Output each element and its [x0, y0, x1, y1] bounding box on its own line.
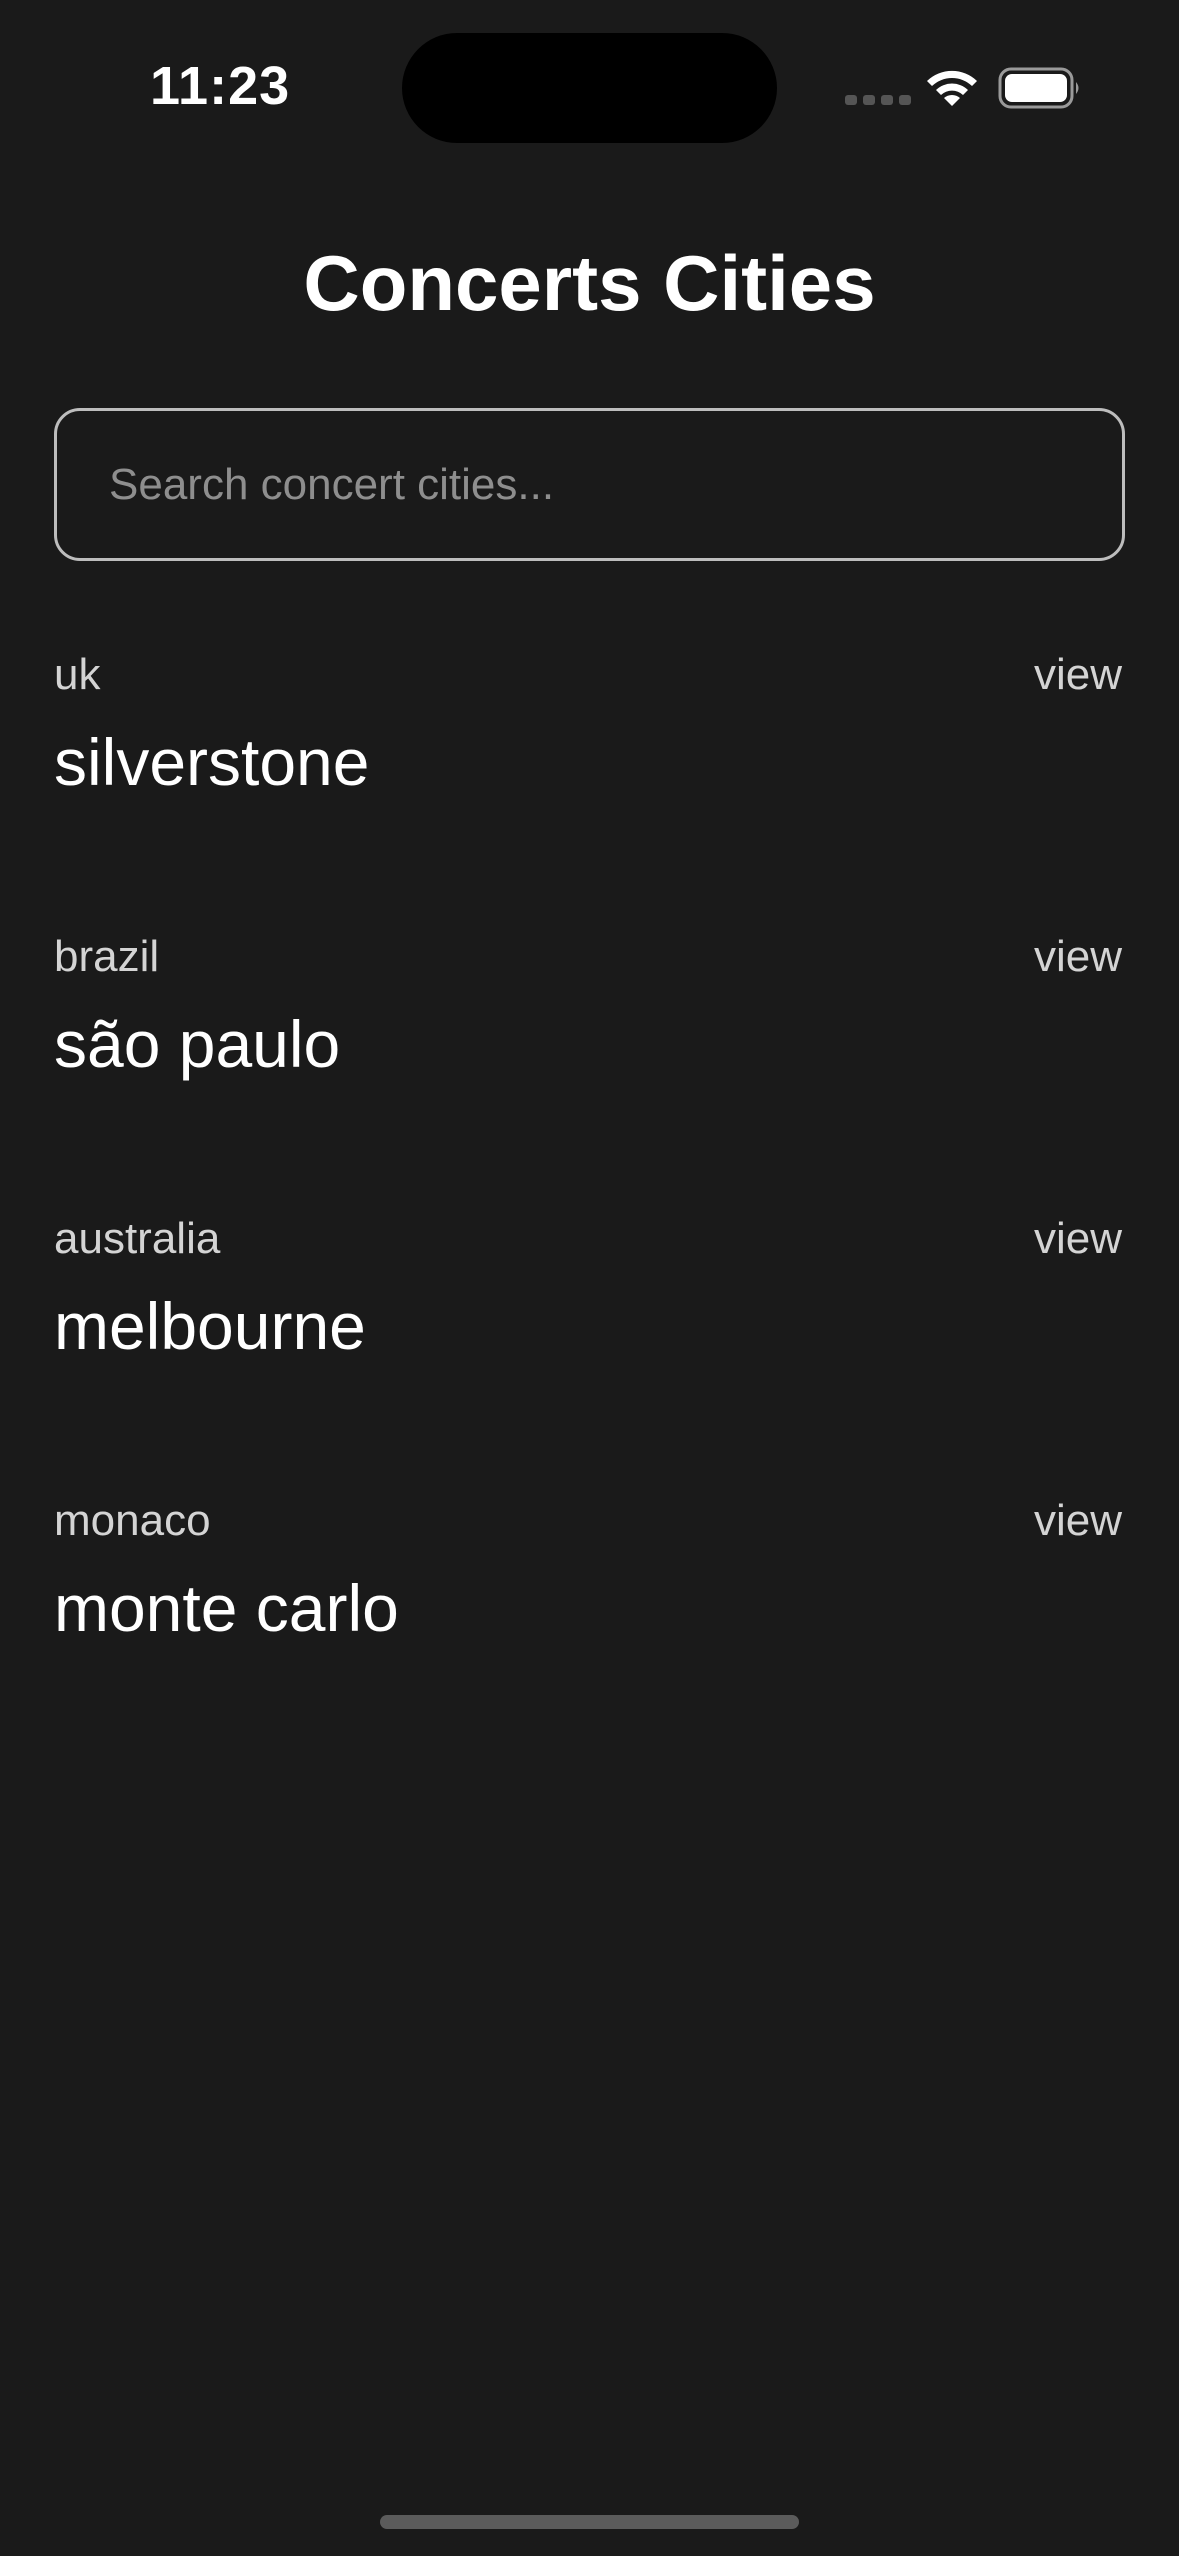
country-label: uk — [54, 650, 101, 699]
view-link[interactable]: view — [1034, 932, 1122, 982]
list-item: brazil view são paulo — [54, 922, 1122, 1204]
status-time: 11:23 — [150, 56, 291, 116]
home-indicator[interactable] — [380, 2515, 799, 2529]
list-item: monaco view monte carlo — [54, 1486, 1122, 1768]
country-label: australia — [54, 1214, 221, 1263]
wifi-icon — [927, 70, 977, 106]
view-link[interactable]: view — [1034, 650, 1122, 700]
view-link[interactable]: view — [1034, 1214, 1122, 1264]
page-title: Concerts Cities — [303, 239, 876, 327]
list-item: australia view melbourne — [54, 1204, 1122, 1486]
city-name: melbourne — [54, 1289, 366, 1363]
city-name: são paulo — [54, 1007, 341, 1081]
list-item: uk view silverstone — [54, 640, 1122, 922]
city-name: silverstone — [54, 725, 370, 799]
signal-icon — [845, 95, 911, 105]
city-name: monte carlo — [54, 1571, 399, 1645]
search-input[interactable] — [54, 408, 1125, 561]
view-link[interactable]: view — [1034, 1496, 1122, 1546]
country-label: brazil — [54, 932, 160, 981]
country-label: monaco — [54, 1496, 211, 1545]
dynamic-island — [402, 33, 777, 143]
city-list: uk view silverstone brazil view são paul… — [54, 640, 1122, 1768]
battery-icon — [998, 67, 1079, 109]
